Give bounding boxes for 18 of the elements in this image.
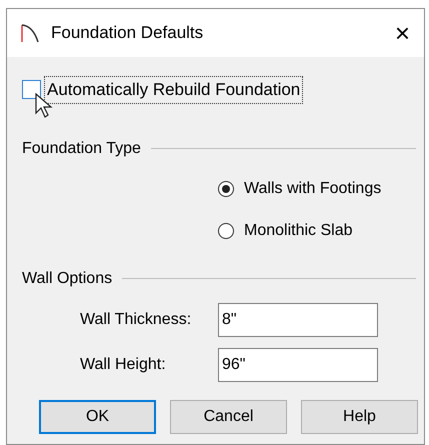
dialog-button[interactable]: Cancel bbox=[170, 400, 287, 434]
checkbox-label[interactable]: Automatically Rebuild Foundation bbox=[45, 77, 302, 102]
close-button[interactable]: × bbox=[394, 20, 410, 46]
arc-icon bbox=[21, 23, 39, 43]
section-heading: Foundation Type bbox=[22, 138, 141, 158]
window-title: Foundation Defaults bbox=[51, 22, 204, 44]
radio-label[interactable]: Monolithic Slab bbox=[244, 218, 352, 242]
radio-label[interactable]: Walls with Footings bbox=[244, 176, 382, 200]
field-label: Wall Thickness: bbox=[80, 310, 192, 330]
input-field[interactable]: 8" bbox=[218, 302, 378, 336]
radio-button[interactable] bbox=[218, 222, 234, 238]
field-label: Wall Height: bbox=[80, 354, 167, 374]
radio-button[interactable] bbox=[218, 180, 234, 196]
dialog-button[interactable]: OK bbox=[39, 400, 156, 434]
section-heading: Wall Options bbox=[22, 268, 112, 288]
checkbox[interactable] bbox=[22, 80, 41, 100]
input-field[interactable]: 96" bbox=[218, 348, 378, 382]
dialog-button[interactable]: Help bbox=[301, 400, 418, 434]
